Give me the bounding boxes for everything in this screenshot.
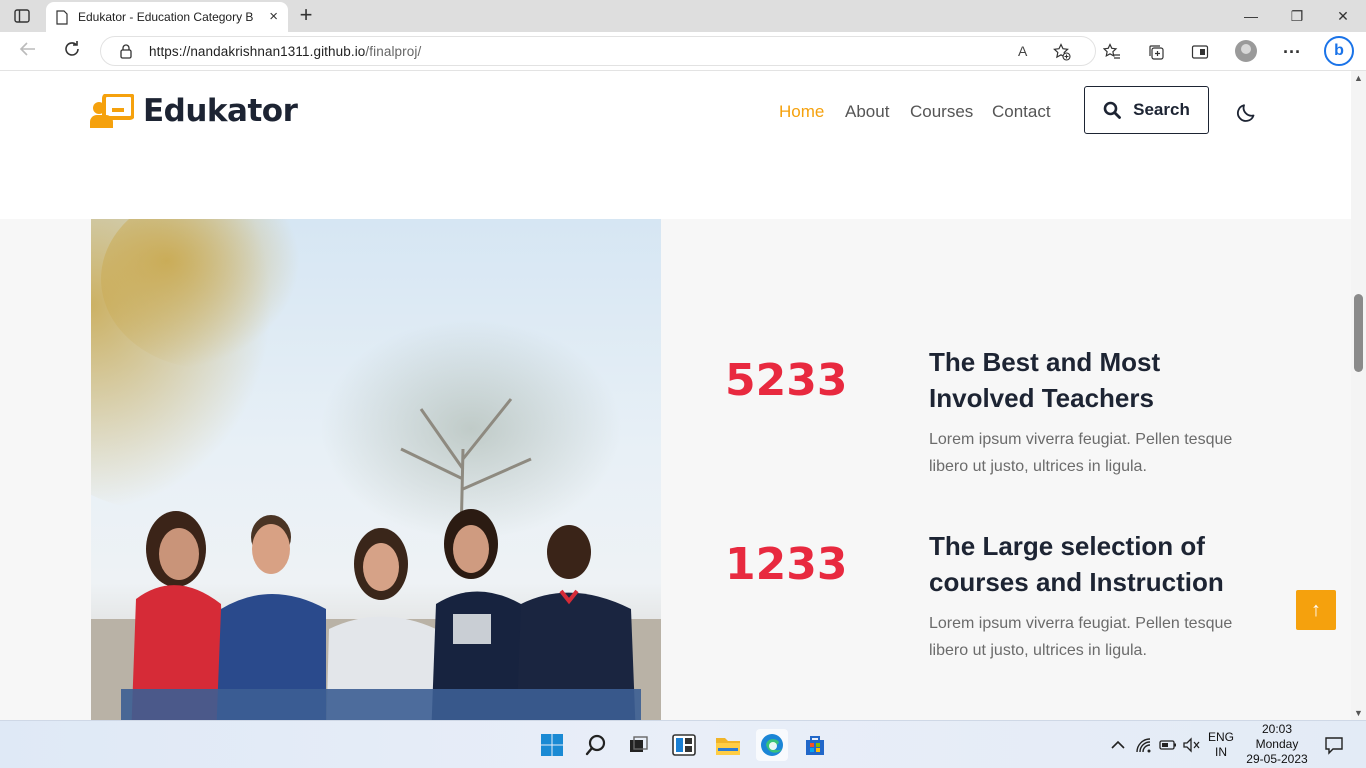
clock-date: 29-05-2023 — [1246, 752, 1308, 766]
favorites-icon[interactable] — [1100, 40, 1124, 64]
site-logo[interactable]: Edukator — [90, 93, 298, 129]
address-bar-row: https://nandakrishnan1311.github.io/fina… — [0, 32, 1366, 71]
refresh-icon[interactable] — [60, 40, 84, 64]
webpage-viewport: Edukator Home About Courses Contact Sear… — [0, 71, 1351, 720]
input-language-indicator[interactable]: ENG IN — [1206, 730, 1236, 760]
language-code: ENG — [1207, 730, 1234, 744]
scroll-down-arrow-icon[interactable]: ▼ — [1354, 708, 1363, 718]
task-view-icon[interactable] — [624, 731, 652, 759]
back-to-top-button[interactable]: ↑ — [1296, 590, 1336, 630]
notifications-icon[interactable] — [1320, 731, 1348, 759]
url-path: /finalproj/ — [365, 43, 422, 59]
scroll-up-arrow-icon[interactable]: ▲ — [1354, 73, 1363, 83]
add-favorite-icon[interactable] — [1053, 43, 1071, 64]
restore-button[interactable]: ❐ — [1274, 4, 1320, 28]
language-region: IN — [1215, 745, 1227, 759]
windows-taskbar: ENG IN 20:03 Monday 29-05-2023 — [0, 720, 1366, 768]
section-spacer — [0, 151, 1351, 219]
clock-day: Monday — [1255, 737, 1299, 751]
dark-mode-toggle-icon[interactable] — [1236, 101, 1258, 123]
profile-avatar[interactable] — [1235, 40, 1257, 62]
nav-contact[interactable]: Contact — [992, 102, 1051, 122]
show-hidden-icons-chevron-icon[interactable] — [1108, 731, 1128, 759]
edge-browser-icon[interactable] — [756, 729, 788, 761]
logo-mark-icon — [90, 93, 135, 128]
url-host: https://nandakrishnan1311.github.io — [149, 43, 366, 59]
url-field[interactable]: https://nandakrishnan1311.github.io/fina… — [100, 36, 1096, 66]
stat-desc-teachers: Lorem ipsum viverra feugiat. Pellen tesq… — [929, 431, 1233, 475]
site-header: Edukator Home About Courses Contact Sear… — [0, 71, 1351, 151]
stat-title-teachers: The Best and Most Involved Teachers — [929, 347, 1161, 413]
search-button[interactable]: Search — [1084, 86, 1209, 134]
lock-icon — [120, 44, 132, 59]
stat-desc-courses: Lorem ipsum viverra feugiat. Pellen tesq… — [929, 615, 1233, 659]
students-group-photo — [91, 219, 661, 720]
read-aloud-icon[interactable]: A — [1018, 43, 1027, 59]
brand-name: Edukator — [143, 93, 298, 129]
scrollbar-thumb[interactable] — [1354, 294, 1363, 372]
tab-actions-icon[interactable] — [10, 6, 34, 26]
page-scrollbar[interactable]: ▲ ▼ — [1351, 71, 1366, 720]
clock-time: 20:03 — [1261, 722, 1293, 736]
more-options-icon[interactable]: ··· — [1280, 40, 1304, 64]
nav-home[interactable]: Home — [779, 102, 824, 122]
stat-number-courses: 1233 — [725, 539, 848, 590]
split-screen-icon[interactable] — [1188, 40, 1212, 64]
minimize-button[interactable]: — — [1228, 4, 1274, 28]
url-text: https://nandakrishnan1311.github.io/fina… — [149, 44, 421, 59]
new-tab-button[interactable]: + — [294, 4, 318, 28]
arrow-up-icon: ↑ — [1311, 598, 1321, 621]
microsoft-store-icon[interactable] — [801, 731, 829, 759]
search-button-label: Search — [1133, 100, 1190, 119]
page-icon — [56, 9, 68, 25]
tab-strip: Edukator - Education Category B × + — ❐ … — [0, 0, 1366, 32]
back-arrow-icon[interactable] — [16, 40, 40, 64]
wifi-icon[interactable] — [1134, 731, 1154, 759]
nav-about[interactable]: About — [845, 102, 889, 122]
tab-title: Edukator - Education Category B — [78, 10, 254, 24]
battery-icon[interactable] — [1158, 731, 1178, 759]
bing-chat-icon[interactable]: b — [1324, 36, 1354, 66]
tab-close-icon[interactable]: × — [269, 9, 278, 24]
widgets-icon[interactable] — [670, 731, 698, 759]
browser-tab-active[interactable]: Edukator - Education Category B × — [46, 2, 288, 32]
close-window-button[interactable]: ✕ — [1320, 4, 1366, 28]
system-clock[interactable]: 20:03 Monday 29-05-2023 — [1238, 722, 1316, 767]
stat-number-teachers: 5233 — [725, 355, 848, 406]
start-windows-icon[interactable] — [538, 731, 566, 759]
volume-muted-icon[interactable] — [1181, 731, 1201, 759]
nav-courses[interactable]: Courses — [910, 102, 973, 122]
collections-icon[interactable] — [1144, 40, 1168, 64]
stat-title-courses: The Large selection of courses and Instr… — [929, 531, 1224, 597]
search-icon — [1103, 101, 1122, 119]
file-explorer-icon[interactable] — [714, 731, 742, 759]
search-taskbar-icon[interactable] — [582, 731, 610, 759]
